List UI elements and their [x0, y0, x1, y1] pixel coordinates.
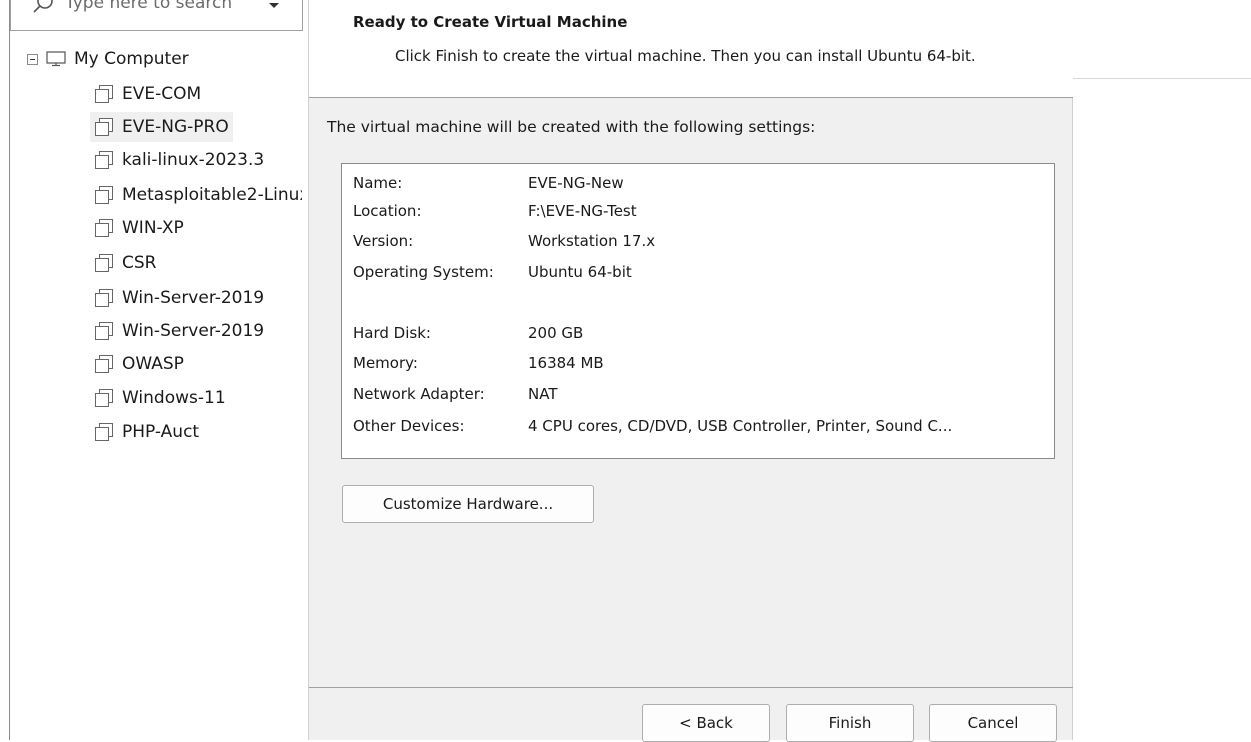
wizard-header: Ready to Create Virtual Machine Click Fi… — [309, 0, 1073, 98]
wizard-title: Ready to Create Virtual Machine — [353, 13, 628, 31]
footer-separator — [309, 687, 1073, 688]
vm-icon — [95, 289, 113, 307]
customize-hardware-button[interactable]: Customize Hardware... — [342, 485, 594, 523]
vm-item-win-server-2019-2[interactable]: Win-Server-2019 — [90, 316, 268, 346]
vm-item-label: EVE-COM — [122, 84, 202, 104]
tree-root-my-computer[interactable]: My Computer — [27, 48, 189, 70]
setting-key: Network Adapter: — [353, 385, 485, 403]
chevron-down-icon[interactable] — [267, 2, 281, 12]
vm-item-eve-ng-pro[interactable]: EVE-NG-PRO — [90, 112, 233, 142]
vm-icon — [95, 85, 113, 103]
vm-item-label: Windows-11 — [122, 388, 226, 408]
vm-item-label: kali-linux-2023.3 — [122, 150, 265, 170]
background-divider — [1073, 78, 1251, 79]
settings-intro: The virtual machine will be created with… — [327, 118, 816, 136]
vm-item-label: Win-Server-2019 — [122, 288, 265, 308]
finish-button[interactable]: Finish — [786, 704, 914, 742]
setting-value: 4 CPU cores, CD/DVD, USB Controller, Pri… — [528, 417, 953, 435]
setting-value: EVE-NG-New — [528, 174, 624, 192]
collapse-icon[interactable] — [27, 53, 38, 65]
vm-icon — [95, 186, 113, 204]
computer-icon — [46, 51, 66, 67]
setting-key: Hard Disk: — [353, 324, 431, 342]
setting-key: Other Devices: — [353, 417, 465, 435]
vm-item-eve-com[interactable]: EVE-COM — [90, 79, 205, 109]
vm-item-label: WIN-XP — [122, 218, 184, 238]
vm-icon — [95, 118, 113, 136]
library-panel: Type here to search My Computer EVE-COM … — [9, 0, 309, 740]
setting-value: Ubuntu 64-bit — [528, 263, 632, 281]
setting-value: Workstation 17.x — [528, 232, 656, 250]
vm-item-label: Metasploitable2-Linux — [122, 185, 302, 205]
library-search-box[interactable]: Type here to search — [10, 0, 303, 31]
setting-value: F:\EVE-NG-Test — [528, 202, 637, 220]
vm-item-label: EVE-NG-PRO — [122, 117, 229, 137]
setting-key: Version: — [353, 232, 414, 250]
search-icon — [33, 0, 53, 13]
setting-value: 16384 MB — [528, 354, 604, 372]
setting-key: Location: — [353, 202, 422, 220]
vm-item-label: OWASP — [122, 354, 184, 374]
vm-item-label: CSR — [122, 253, 157, 273]
setting-key: Operating System: — [353, 263, 494, 281]
vm-item-kali-linux[interactable]: kali-linux-2023.3 — [90, 145, 268, 175]
vm-icon — [95, 151, 113, 169]
vm-item-owasp[interactable]: OWASP — [90, 349, 188, 379]
vm-item-metasploitable2[interactable]: Metasploitable2-Linux — [90, 180, 306, 210]
vm-item-windows-11[interactable]: Windows-11 — [90, 383, 230, 413]
setting-value: 200 GB — [528, 324, 584, 342]
vm-icon — [95, 254, 113, 272]
vm-item-csr[interactable]: CSR — [90, 248, 160, 278]
vm-item-win-server-2019[interactable]: Win-Server-2019 — [90, 283, 268, 313]
vm-item-label: Win-Server-2019 — [122, 321, 265, 341]
vm-icon — [95, 322, 113, 340]
vm-item-label: PHP-Auct — [122, 422, 200, 442]
vm-item-php-auct[interactable]: PHP-Auct — [90, 417, 203, 447]
wizard-subtitle: Click Finish to create the virtual machi… — [395, 47, 976, 65]
search-placeholder: Type here to search — [65, 0, 233, 13]
setting-key: Name: — [353, 174, 403, 192]
vm-icon — [95, 355, 113, 373]
tree-root-label: My Computer — [74, 49, 189, 69]
setting-value: NAT — [528, 385, 558, 403]
new-vm-wizard-dialog: Ready to Create Virtual Machine Click Fi… — [309, 0, 1073, 742]
vm-icon — [95, 423, 113, 441]
setting-key: Memory: — [353, 354, 418, 372]
back-button[interactable]: < Back — [642, 704, 770, 742]
settings-summary: Name: EVE-NG-New Location: F:\EVE-NG-Tes… — [341, 163, 1055, 459]
vm-item-win-xp[interactable]: WIN-XP — [90, 213, 188, 243]
vm-icon — [95, 389, 113, 407]
vm-icon — [95, 219, 113, 237]
cancel-button[interactable]: Cancel — [929, 704, 1057, 742]
